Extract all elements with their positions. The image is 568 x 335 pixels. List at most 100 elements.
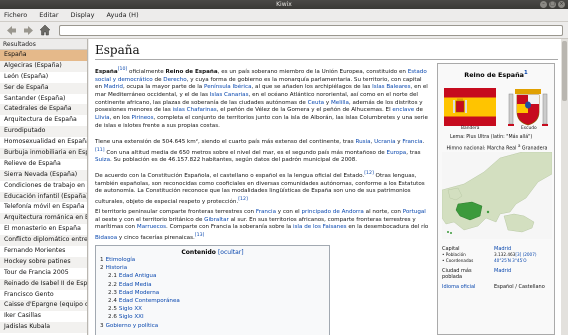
results-sidebar: Resultados España Algeciras (España) Leó… <box>0 39 88 335</box>
article-link[interactable]: Melilla <box>331 100 349 106</box>
minimize-icon[interactable]: – <box>540 1 547 8</box>
article-link[interactable]: Península Ibérica <box>204 84 251 90</box>
citation-link[interactable]: [12] <box>364 171 374 176</box>
article-link[interactable]: principado de Andorra <box>302 209 364 215</box>
toc-item[interactable]: 2.3 Edad Moderna <box>96 289 329 297</box>
article-link[interactable]: islas Chafarinas <box>173 107 217 113</box>
article-link[interactable]: isla de los Faisanes <box>293 224 347 230</box>
article-link[interactable]: Portugal <box>403 209 426 215</box>
result-item[interactable]: El monasterio en España <box>0 224 87 235</box>
result-item[interactable]: Eurodiputado <box>0 126 87 138</box>
result-item[interactable]: Telefonía móvil en España <box>0 202 87 213</box>
article-link[interactable]: Rusia <box>355 139 370 145</box>
coordinates-link[interactable]: 40°25′N 3°45′O <box>494 258 527 264</box>
toc-item[interactable]: 2.6 Siglo XXI <box>96 313 329 321</box>
result-item[interactable]: Francisco Gento <box>0 290 87 301</box>
address-bar[interactable] <box>59 25 563 36</box>
article-view[interactable]: España España[10] oficialmente Reino de … <box>89 39 568 335</box>
text: El territorio peninsular comparte fronte… <box>95 209 256 215</box>
location-map-image[interactable] <box>442 152 552 239</box>
toc-item[interactable]: 3 Gobierno y política <box>96 322 329 330</box>
menu-editar[interactable]: Editar <box>39 11 58 19</box>
bold-term: Reino de España <box>165 68 218 75</box>
window-title: Kiwix <box>276 1 292 8</box>
result-item[interactable]: Tour de Francia 2005 <box>0 268 87 279</box>
result-item[interactable]: Iker Casillas <box>0 311 87 322</box>
result-item[interactable]: Catedrales de España <box>0 104 87 116</box>
result-item[interactable]: Arquitectura románica en España <box>0 213 87 225</box>
toc-item[interactable]: 1 Etimología <box>96 256 329 264</box>
title-bar: Kiwix – □ × <box>0 0 568 9</box>
menu-ayuda[interactable]: Ayuda (H) <box>107 11 139 19</box>
result-item[interactable]: Caisse d'Epargne (equipo ciclista) <box>0 300 87 312</box>
citation-link[interactable]: 1 <box>524 70 528 76</box>
toc-item[interactable]: 2.4 Edad Contemporánea <box>96 297 329 305</box>
result-item[interactable]: Homosexualidad en España <box>0 137 87 148</box>
result-item[interactable]: Conflicto diplomático entre España <box>0 235 87 247</box>
result-item[interactable]: Fernando Morientes <box>0 246 87 257</box>
citation-link[interactable]: [10] <box>118 67 128 72</box>
toc-item[interactable]: 2.2 Edad Media <box>96 281 329 289</box>
citation-link[interactable]: [12] <box>238 197 248 202</box>
toc-number: 2.2 <box>108 281 117 288</box>
menu-display[interactable]: Display <box>71 11 95 19</box>
coat-of-arms-image[interactable] <box>505 86 551 128</box>
result-item[interactable]: Condiciones de trabajo en España <box>0 181 87 192</box>
result-item[interactable]: Jadislas Kubala <box>0 322 87 334</box>
article-link[interactable]: Gibraltar <box>204 217 229 223</box>
home-button[interactable] <box>39 24 51 36</box>
intro-paragraph: España[10] oficialmente Reino de España,… <box>95 66 430 130</box>
article-link[interactable]: Suiza <box>95 157 110 163</box>
maximize-icon[interactable]: □ <box>549 1 556 8</box>
language-paragraph: De acuerdo con la Constitución Española,… <box>95 170 430 207</box>
largest-city-link[interactable]: Madrid <box>494 268 511 274</box>
result-item[interactable]: Burbuja inmobiliaria en España <box>0 148 87 159</box>
article-link[interactable]: Pirineos <box>132 115 154 121</box>
result-item[interactable]: Educación infantil (España) <box>0 191 87 203</box>
article-link[interactable]: Islas Baleares <box>372 84 410 90</box>
toc-title-row: Contenido [ocultar] <box>96 246 329 256</box>
result-item[interactable]: Sierra Nevada (España) <box>0 169 87 181</box>
results-list[interactable]: España Algeciras (España) León (España) … <box>0 50 87 335</box>
text: y con el <box>276 209 302 215</box>
population-citation[interactable]: [3] (2007) <box>515 252 536 257</box>
citation-link[interactable]: [11] <box>95 148 105 153</box>
forward-button[interactable] <box>22 24 34 36</box>
result-item[interactable]: España <box>0 50 87 61</box>
citation-link[interactable]: [13] <box>195 233 205 238</box>
article-link[interactable]: Marruecos <box>137 224 166 230</box>
toc-item[interactable]: 2.1 Edad Antigua <box>96 272 329 280</box>
article-link[interactable]: Ceuta <box>308 100 325 106</box>
result-item[interactable]: Relieve de España <box>0 159 87 170</box>
result-item[interactable]: Reinado de Isabel II de España <box>0 278 87 290</box>
back-button[interactable] <box>5 24 17 36</box>
article-link[interactable]: Llivia <box>95 115 110 121</box>
extension-paragraph: Tiene una extensión de 504.645 km², sien… <box>95 139 430 165</box>
result-item[interactable]: Hockey sobre patines <box>0 256 87 268</box>
toc-toggle[interactable]: [ocultar] <box>218 249 244 256</box>
article-link[interactable]: Francia <box>402 139 422 145</box>
language-label[interactable]: Idioma oficial <box>442 284 475 290</box>
result-item[interactable]: Santander (España) <box>0 94 87 105</box>
result-item[interactable]: Algeciras (España) <box>0 60 87 72</box>
vertical-scrollbar[interactable] <box>561 39 568 335</box>
article-link[interactable]: Europa <box>387 150 407 156</box>
spain-flag-image[interactable] <box>444 88 496 126</box>
article-link[interactable]: Madrid <box>104 84 123 90</box>
toc-item[interactable]: 2.5 Siglo XX <box>96 305 329 313</box>
menu-fichero[interactable]: Fichero <box>4 11 27 19</box>
scrollbar-thumb[interactable] <box>562 41 567 101</box>
close-icon[interactable]: × <box>558 1 565 8</box>
article-link[interactable]: Bidasoa <box>95 235 117 241</box>
article-link[interactable]: enclave <box>392 107 414 113</box>
toc-title: Contenido <box>181 249 216 256</box>
table-of-contents: Contenido [ocultar] 1 Etimología 2 Histori… <box>95 245 330 335</box>
article-link[interactable]: Derecho <box>163 77 186 83</box>
article-link[interactable]: Francia <box>256 209 276 215</box>
result-item[interactable]: Ser de España <box>0 82 87 94</box>
article-link[interactable]: Islas Canarias <box>210 92 249 98</box>
toc-item[interactable]: 2 Historia <box>96 264 329 272</box>
article-link[interactable]: Ucrania <box>374 139 395 145</box>
result-item[interactable]: León (España) <box>0 72 87 83</box>
result-item[interactable]: Arquitectura de España <box>0 115 87 126</box>
